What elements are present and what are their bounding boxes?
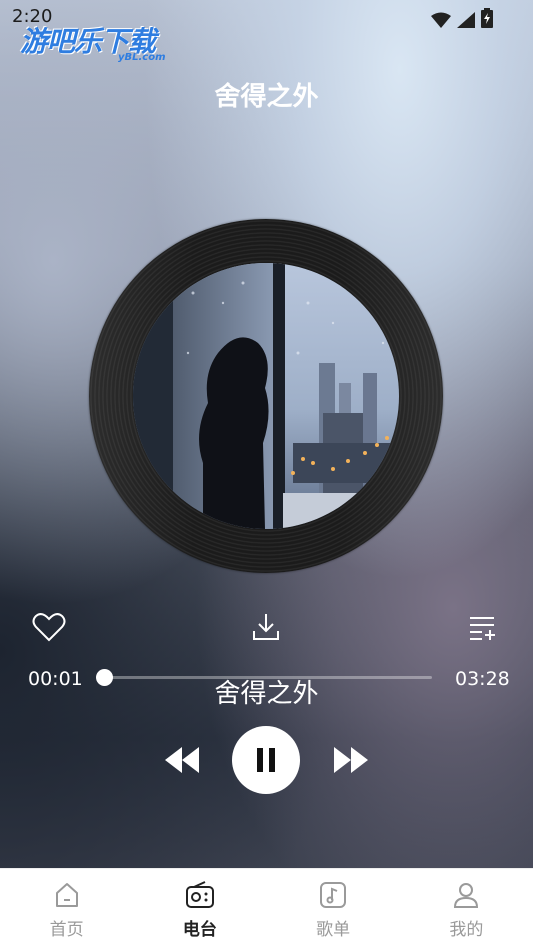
- download-icon: [253, 614, 279, 640]
- pause-button[interactable]: [232, 726, 300, 794]
- playlist-add-icon: [470, 617, 495, 640]
- user-icon: [454, 883, 479, 908]
- nav-item-mine[interactable]: 我的: [400, 869, 533, 949]
- music-note-icon: [320, 882, 347, 908]
- battery-icon: [481, 8, 493, 28]
- add-to-playlist-button[interactable]: [463, 605, 503, 649]
- wifi-icon: [431, 12, 451, 28]
- fast-forward-icon: [334, 747, 368, 773]
- song-actions: [0, 605, 533, 649]
- nav-label-mine: 我的: [449, 920, 484, 940]
- playback-controls: [0, 726, 533, 794]
- home-icon: [55, 883, 78, 907]
- next-button[interactable]: [331, 742, 371, 778]
- nav-label-home: 首页: [49, 920, 84, 940]
- nav-label-playlist: 歌单: [316, 920, 351, 940]
- nav-item-playlist[interactable]: 歌单: [267, 869, 400, 949]
- download-button[interactable]: [246, 605, 286, 649]
- radio-icon: [185, 881, 214, 908]
- song-title: 舍得之外: [214, 82, 319, 112]
- nav-item-home[interactable]: 首页: [0, 869, 133, 949]
- watermark-domain: yBL.com: [118, 52, 166, 63]
- signal-icon: [457, 12, 475, 28]
- nav-item-radio[interactable]: 电台: [133, 869, 266, 949]
- album-art: [133, 263, 399, 529]
- album-art-image: [133, 263, 399, 529]
- rewind-icon: [165, 747, 199, 773]
- nav-label-radio: 电台: [182, 920, 217, 940]
- vinyl-disc: [89, 219, 443, 573]
- bottom-navigation: 首页 电台 歌单 我的: [0, 868, 533, 949]
- heart-icon: [32, 613, 66, 642]
- status-icons: [431, 8, 493, 28]
- previous-button[interactable]: [162, 742, 202, 778]
- pause-icon: [257, 748, 275, 772]
- like-button[interactable]: [29, 605, 69, 649]
- current-lyric: 舍得之外: [214, 679, 319, 709]
